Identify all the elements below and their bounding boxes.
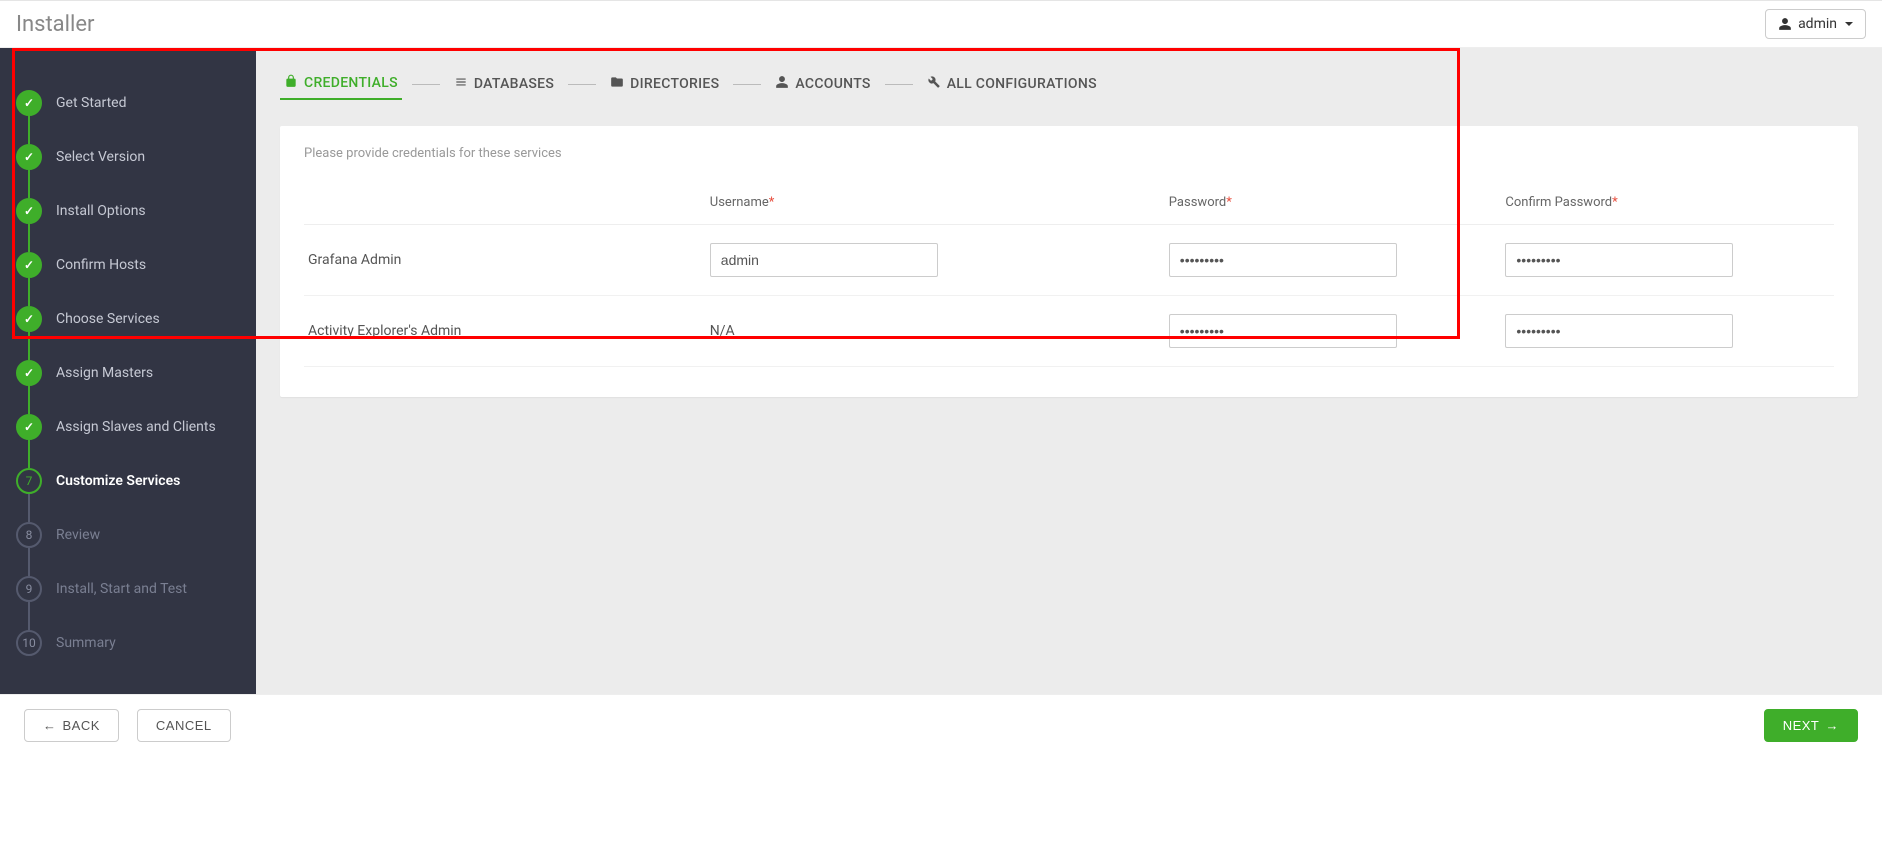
tab-label: DIRECTORIES	[630, 76, 719, 92]
wizard-step-9: 8 Review	[16, 508, 240, 562]
user-icon	[775, 75, 789, 93]
check-icon	[16, 198, 42, 224]
page-title: Installer	[16, 12, 94, 37]
wizard-step-3[interactable]: Install Options	[16, 184, 240, 238]
tab-label: CREDENTIALS	[304, 75, 398, 91]
step-label: Install Options	[56, 203, 146, 219]
col-service	[304, 185, 702, 225]
tab-label: ALL CONFIGURATIONS	[947, 76, 1097, 92]
step-label: Select Version	[56, 149, 145, 165]
tab-separator	[885, 84, 913, 85]
credentials-panel: Please provide credentials for these ser…	[280, 126, 1858, 397]
wizard-step-6[interactable]: Assign Masters	[16, 346, 240, 400]
main-content: CREDENTIALS DATABASES DIRECTORIES ACCOUNTS A…	[256, 48, 1882, 694]
password-input[interactable]	[1169, 314, 1397, 348]
step-label: Summary	[56, 635, 116, 651]
step-number: 8	[16, 522, 42, 548]
chevron-down-icon	[1845, 22, 1853, 26]
wizard-step-8[interactable]: 7 Customize Services	[16, 454, 240, 508]
wizard-step-4[interactable]: Confirm Hosts	[16, 238, 240, 292]
wizard-step-1[interactable]: Get Started	[16, 76, 240, 130]
tab-credentials[interactable]: CREDENTIALS	[280, 68, 402, 100]
next-button[interactable]: NEXT	[1764, 709, 1858, 742]
tab-label: ACCOUNTS	[795, 76, 870, 92]
step-number: 10	[16, 630, 42, 656]
tab-separator	[568, 84, 596, 85]
header: Installer admin	[0, 1, 1882, 48]
confirm-password-input[interactable]	[1505, 314, 1733, 348]
service-name: Activity Explorer's Admin	[304, 296, 702, 367]
step-label: Assign Slaves and Clients	[56, 419, 216, 435]
step-number: 7	[16, 468, 42, 494]
tab-separator	[733, 84, 761, 85]
step-label: Assign Masters	[56, 365, 153, 381]
col-confirm: Confirm Password*	[1497, 185, 1834, 225]
list-icon	[454, 75, 468, 93]
wizard-step-11: 10 Summary	[16, 616, 240, 670]
credential-row: Grafana Admin	[304, 225, 1834, 296]
folder-icon	[610, 75, 624, 93]
step-label: Customize Services	[56, 473, 180, 489]
footer: BACK CANCEL NEXT	[0, 694, 1882, 756]
tab-all-configurations[interactable]: ALL CONFIGURATIONS	[923, 69, 1101, 99]
config-tabs: CREDENTIALS DATABASES DIRECTORIES ACCOUNTS A…	[280, 68, 1858, 100]
password-input[interactable]	[1169, 243, 1397, 277]
username-input[interactable]	[710, 243, 938, 277]
wizard-step-10: 9 Install, Start and Test	[16, 562, 240, 616]
check-icon	[16, 306, 42, 332]
check-icon	[16, 414, 42, 440]
wizard-step-7[interactable]: Assign Slaves and Clients	[16, 400, 240, 454]
step-label: Confirm Hosts	[56, 257, 146, 273]
tab-label: DATABASES	[474, 76, 554, 92]
confirm-password-input[interactable]	[1505, 243, 1733, 277]
credential-row: Activity Explorer's Admin N/A	[304, 296, 1834, 367]
step-label: Choose Services	[56, 311, 160, 327]
tab-databases[interactable]: DATABASES	[450, 69, 558, 99]
user-icon	[1778, 17, 1792, 31]
step-label: Install, Start and Test	[56, 581, 187, 597]
check-icon	[16, 252, 42, 278]
check-icon	[16, 144, 42, 170]
check-icon	[16, 360, 42, 386]
check-icon	[16, 90, 42, 116]
col-username: Username*	[702, 185, 1161, 225]
user-menu[interactable]: admin	[1765, 9, 1866, 39]
username-na: N/A	[710, 323, 735, 339]
tab-separator	[412, 84, 440, 85]
service-name: Grafana Admin	[304, 225, 702, 296]
step-number: 9	[16, 576, 42, 602]
tab-accounts[interactable]: ACCOUNTS	[771, 69, 874, 99]
step-label: Get Started	[56, 95, 127, 111]
col-password: Password*	[1161, 185, 1498, 225]
credentials-table: Username* Password* Confirm Password* Gr…	[304, 185, 1834, 367]
tab-directories[interactable]: DIRECTORIES	[606, 69, 723, 99]
cancel-button[interactable]: CANCEL	[137, 709, 231, 742]
wizard-sidebar: Get Started Select Version Install Options…	[0, 48, 256, 694]
wrench-icon	[927, 75, 941, 93]
step-label: Review	[56, 527, 100, 543]
panel-description: Please provide credentials for these ser…	[304, 146, 1834, 161]
back-button[interactable]: BACK	[24, 709, 119, 742]
user-label: admin	[1798, 16, 1837, 32]
wizard-step-2[interactable]: Select Version	[16, 130, 240, 184]
wizard-step-5[interactable]: Choose Services	[16, 292, 240, 346]
lock-icon	[284, 74, 298, 92]
